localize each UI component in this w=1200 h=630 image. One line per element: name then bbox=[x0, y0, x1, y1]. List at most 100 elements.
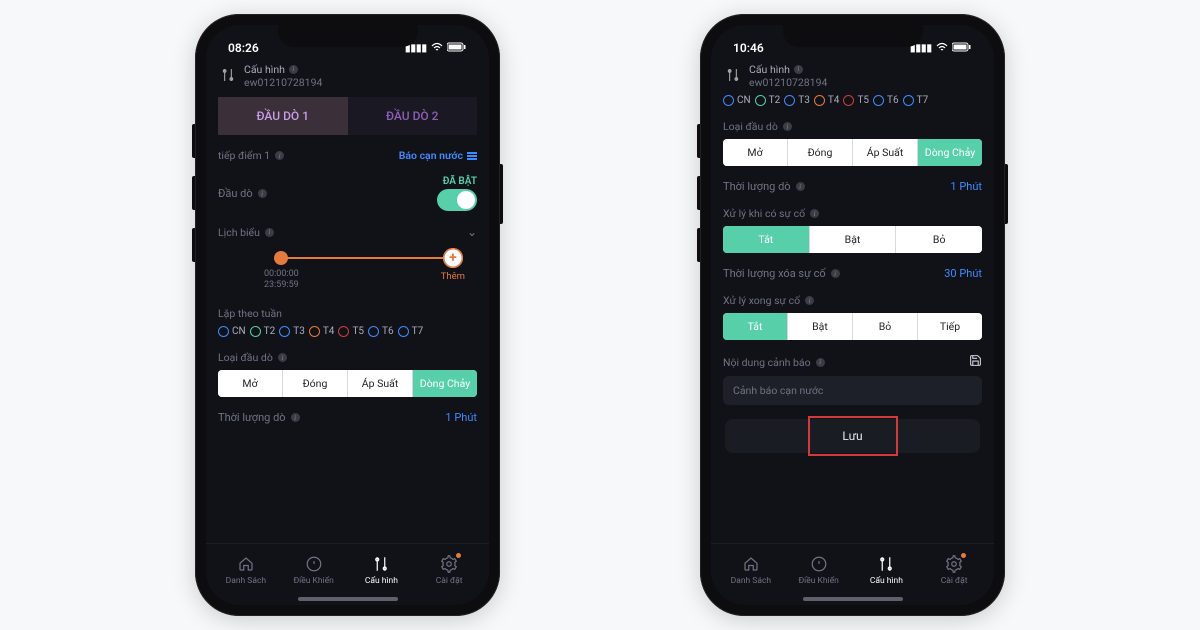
status-icons: ▮▮▮▮ bbox=[910, 42, 972, 55]
weekly-days: CN T2T3 T4T5 T6 T7 bbox=[723, 95, 982, 106]
seg-opt-Áp Suất[interactable]: Áp Suất bbox=[853, 139, 918, 166]
info-icon[interactable]: i bbox=[805, 296, 814, 305]
day-T2[interactable]: T2 bbox=[755, 95, 781, 106]
seg-opt-Tắt[interactable]: Tắt bbox=[723, 226, 810, 253]
nav-control[interactable]: Điều Khiển bbox=[785, 550, 853, 591]
page-title: Cấu hình i bbox=[244, 63, 322, 76]
probe-type-segment: MởĐóngÁp SuấtDòng Chảy bbox=[218, 370, 477, 397]
slider-start-handle[interactable] bbox=[274, 251, 288, 265]
config-icon bbox=[725, 67, 741, 86]
status-icons: ▮▮▮▮ bbox=[405, 42, 467, 55]
info-icon[interactable]: i bbox=[831, 269, 840, 278]
notch bbox=[278, 25, 418, 47]
nav-control[interactable]: Điều Khiển bbox=[280, 550, 348, 591]
seg-opt-Tiếp[interactable]: Tiếp bbox=[918, 313, 982, 340]
page-title: Cấu hình i bbox=[749, 63, 827, 76]
seg-opt-Bật[interactable]: Bật bbox=[810, 226, 897, 253]
day-CN[interactable]: CN bbox=[723, 95, 751, 106]
day-T7[interactable]: T7 bbox=[903, 95, 929, 106]
nav-list[interactable]: Danh Sách bbox=[717, 550, 785, 591]
info-icon[interactable]: i bbox=[275, 151, 284, 160]
info-icon[interactable]: i bbox=[810, 209, 819, 218]
seg-opt-Tắt[interactable]: Tắt bbox=[723, 313, 788, 340]
seg-opt-Bật[interactable]: Bật bbox=[788, 313, 853, 340]
day-T3[interactable]: T3 bbox=[784, 95, 810, 106]
info-icon[interactable]: i bbox=[291, 413, 300, 422]
day-T6[interactable]: T6 bbox=[873, 95, 899, 106]
day-T5[interactable]: T5 bbox=[843, 95, 869, 106]
day-CN[interactable]: CN bbox=[218, 326, 246, 337]
schedule-label: Lịch biểui bbox=[218, 226, 274, 239]
alert-content-input[interactable]: Cảnh báo cạn nước bbox=[723, 376, 982, 405]
probe-duration-label: Thời lượng dòi bbox=[723, 180, 805, 193]
screen: 08:26 ▮▮▮▮ Cấu hình i ew012107281 bbox=[206, 25, 489, 605]
info-icon[interactable]: i bbox=[783, 122, 792, 131]
probe-type-segment: MởĐóngÁp SuấtDòng Chảy bbox=[723, 139, 982, 166]
probe-duration-value[interactable]: 1 Phút bbox=[950, 180, 982, 193]
nav-config[interactable]: Cấu hình bbox=[348, 550, 416, 591]
info-icon[interactable]: i bbox=[289, 65, 298, 74]
bottom-nav: Danh Sách Điều Khiển Cấu hình Cài đặt bbox=[206, 543, 489, 605]
contact-value-link[interactable]: Báo cạn nước bbox=[399, 149, 477, 162]
schedule-slider[interactable]: + 00:00:00 23:59:59 Thêm bbox=[218, 253, 477, 293]
probe-toggle[interactable] bbox=[437, 189, 477, 211]
menu-icon bbox=[467, 152, 477, 160]
seg-opt-Dòng Chảy[interactable]: Dòng Chảy bbox=[413, 370, 477, 397]
day-T2[interactable]: T2 bbox=[250, 326, 276, 337]
home-indicator[interactable] bbox=[298, 597, 398, 601]
contact-label: tiếp điểm 1i bbox=[218, 149, 284, 162]
seg-opt-Đóng[interactable]: Đóng bbox=[283, 370, 348, 397]
probe-type-label: Loại đầu dòi bbox=[723, 120, 792, 133]
clear-duration-value[interactable]: 30 Phút bbox=[944, 267, 982, 280]
weekly-days: CN T2T3 T4T5 T6 T7 bbox=[218, 326, 477, 337]
on-issue-segment: TắtBậtBỏ bbox=[723, 226, 982, 253]
day-T6[interactable]: T6 bbox=[368, 326, 394, 337]
day-T5[interactable]: T5 bbox=[338, 326, 364, 337]
home-indicator[interactable] bbox=[803, 597, 903, 601]
save-button[interactable]: Lưu bbox=[725, 419, 980, 453]
battery-icon bbox=[447, 42, 467, 55]
wifi-icon bbox=[936, 42, 948, 55]
info-icon[interactable]: i bbox=[796, 182, 805, 191]
probe-duration-value[interactable]: 1 Phút bbox=[445, 411, 477, 424]
seg-opt-Bỏ[interactable]: Bỏ bbox=[853, 313, 918, 340]
clear-duration-label: Thời lượng xóa sự cối bbox=[723, 267, 840, 280]
notification-badge bbox=[961, 553, 966, 558]
day-T4[interactable]: T4 bbox=[814, 95, 840, 106]
chevron-down-icon[interactable]: ⌄ bbox=[467, 225, 477, 239]
probe-duration-label: Thời lượng dòi bbox=[218, 411, 300, 424]
day-T7[interactable]: T7 bbox=[398, 326, 424, 337]
nav-settings[interactable]: Cài đặt bbox=[920, 550, 988, 591]
probe-tabs: ĐẦU DÒ 1 ĐẦU DÒ 2 bbox=[218, 97, 477, 135]
nav-list[interactable]: Danh Sách bbox=[212, 550, 280, 591]
seg-opt-Mở[interactable]: Mở bbox=[218, 370, 283, 397]
day-T3[interactable]: T3 bbox=[279, 326, 305, 337]
info-icon[interactable]: i bbox=[265, 228, 274, 237]
probe-label: Đầu dòi bbox=[218, 187, 267, 200]
device-id: ew01210728194 bbox=[244, 76, 322, 89]
weekly-label: Lặp theo tuần bbox=[218, 307, 282, 320]
seg-opt-Bỏ[interactable]: Bỏ bbox=[896, 226, 982, 253]
info-icon[interactable]: i bbox=[816, 358, 825, 367]
seg-opt-Mở[interactable]: Mở bbox=[723, 139, 788, 166]
tab-probe-1[interactable]: ĐẦU DÒ 1 bbox=[218, 97, 348, 135]
nav-settings[interactable]: Cài đặt bbox=[415, 550, 483, 591]
phone-mockup-left: 08:26 ▮▮▮▮ Cấu hình i ew012107281 bbox=[195, 14, 500, 616]
seg-opt-Áp Suất[interactable]: Áp Suất bbox=[348, 370, 413, 397]
on-issue-label: Xử lý khi có sự cối bbox=[723, 207, 819, 220]
bottom-nav: Danh Sách Điều Khiển Cấu hình Cài đặt bbox=[711, 543, 994, 605]
info-icon[interactable]: i bbox=[258, 189, 267, 198]
tab-probe-2[interactable]: ĐẦU DÒ 2 bbox=[348, 97, 478, 135]
screen: 10:46 ▮▮▮▮ Cấu hình i ew012107281 bbox=[711, 25, 994, 605]
clock: 08:26 bbox=[228, 41, 259, 55]
wifi-icon bbox=[431, 42, 443, 55]
info-icon[interactable]: i bbox=[278, 353, 287, 362]
save-disk-icon[interactable] bbox=[969, 354, 982, 370]
battery-icon bbox=[952, 42, 972, 55]
day-T4[interactable]: T4 bbox=[309, 326, 335, 337]
seg-opt-Dòng Chảy[interactable]: Dòng Chảy bbox=[918, 139, 982, 166]
seg-opt-Đóng[interactable]: Đóng bbox=[788, 139, 853, 166]
info-icon[interactable]: i bbox=[794, 65, 803, 74]
nav-config[interactable]: Cấu hình bbox=[853, 550, 921, 591]
add-schedule-button[interactable]: + bbox=[443, 248, 463, 268]
